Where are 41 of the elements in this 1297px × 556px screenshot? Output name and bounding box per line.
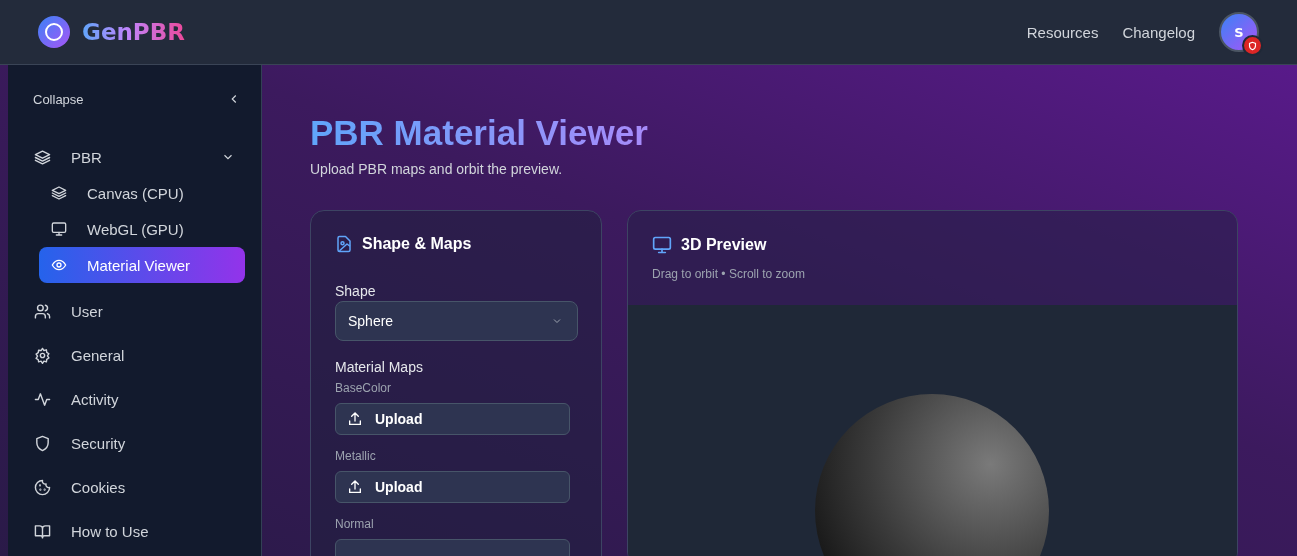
sidebar-subitem[interactable]: WebGL (GPU) [39, 211, 245, 247]
sidebar-item[interactable]: User [32, 293, 245, 329]
layers-icon [34, 148, 51, 166]
sidebar-item[interactable]: Security [32, 425, 245, 461]
sidebar-subitem[interactable]: Material Viewer [39, 247, 245, 283]
field-label: Shape [335, 283, 377, 299]
map-label: BaseColor [335, 381, 393, 395]
upload-icon [347, 479, 363, 495]
pulse-icon [34, 390, 51, 408]
sidebar-item[interactable]: General [32, 337, 245, 373]
nav-link[interactable]: Changelog [1122, 23, 1195, 41]
card-hint: Drag to orbit • Scroll to zoom [652, 267, 806, 281]
upload-button[interactable]: Upload [335, 471, 570, 503]
section-label: Material Maps [335, 359, 424, 375]
card-title: 3D Preview [681, 236, 767, 254]
shield-icon [34, 434, 51, 452]
monitor-icon [51, 221, 67, 237]
settings-icon [34, 346, 51, 364]
monitor-icon [652, 235, 672, 255]
sidebar-item[interactable]: PBR [32, 139, 245, 175]
upload-button[interactable]: Upload [335, 403, 570, 435]
sidebar-item[interactable]: Cookies [32, 469, 245, 505]
sidebar-subitem[interactable]: Canvas (CPU) [39, 175, 245, 211]
sidebar-item[interactable]: How to Use [32, 513, 245, 549]
collapse-button[interactable]: Collapse [32, 89, 245, 109]
layers-icon [51, 185, 67, 201]
card-title: Shape & Maps [362, 235, 472, 253]
users-icon [34, 302, 51, 320]
image-file-icon [335, 235, 353, 253]
eye-icon [51, 257, 67, 273]
book-icon [34, 522, 51, 540]
map-label: Normal [335, 517, 375, 531]
cookie-icon [34, 478, 51, 496]
shape-select[interactable]: Sphere [335, 301, 578, 341]
nav-link[interactable]: Resources [1026, 23, 1099, 41]
map-label: Metallic [335, 449, 377, 463]
page-subtitle: Upload PBR maps and orbit the preview. [310, 161, 564, 177]
shield-badge-icon [1242, 35, 1263, 56]
upload-icon [347, 411, 363, 427]
sidebar-item[interactable]: Activity [32, 381, 245, 417]
logo-icon [38, 16, 70, 48]
